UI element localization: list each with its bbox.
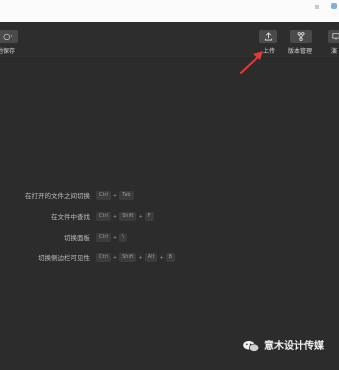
browser-top-bar [0,0,339,23]
shortcut-description: 切换侧边栏可见性 [38,254,90,262]
key-plus: + [159,255,164,261]
present-icon [332,33,339,40]
wechat-icon [243,340,260,352]
key: Shift [119,253,137,262]
version-label: 版本管理 [288,48,313,55]
shortcut-description: 切换面板 [64,234,90,242]
shortcut-row: 切换面板 Ctrl + \ [0,232,339,244]
watermark-text: 意木设计传媒 [264,341,324,352]
app-window: ○· 地保存 上传 版本管理 演 在打开的文件之间切换 Ctrl + Tab 在… [0,0,339,370]
save-button[interactable]: ○· [0,30,18,43]
shortcut-description: 在文件中查找 [51,213,90,221]
present-label: 演 [331,48,338,55]
shortcut-keys: Ctrl + Shift + F [96,211,156,223]
upload-button[interactable] [259,30,277,43]
key: Ctrl [96,191,111,200]
shortcut-row: 在文件中查找 Ctrl + Shift + F [0,211,339,223]
shortcut-row: 在打开的文件之间切换 Ctrl + Tab [0,190,339,202]
key: B [165,253,176,262]
shortcut-keys: Ctrl + Tab [96,190,136,202]
key: Ctrl [96,212,111,221]
save-label: 地保存 [0,48,16,55]
toolbar: ○· 地保存 上传 版本管理 演 [0,22,339,59]
key: Shift [119,212,137,221]
window-control-icon[interactable] [331,3,337,9]
key: F [144,212,154,221]
shortcut-description: 在打开的文件之间切换 [25,192,90,200]
key-plus: + [112,193,118,199]
key: Tab [119,191,134,200]
red-arrow-annotation [240,51,263,74]
branch-icon [297,32,305,41]
key: Ctrl [96,253,111,262]
shortcut-keys: Ctrl + \ [96,232,129,244]
key-plus: + [138,255,143,261]
upload-icon [264,32,272,41]
key: Ctrl [96,233,111,242]
present-button[interactable] [328,30,339,43]
key-plus: + [138,214,143,220]
key: \ [119,233,127,242]
key-plus: + [112,255,118,261]
key: Alt [144,253,158,262]
shortcut-row: 切换侧边栏可见性 Ctrl + Shift + Alt + B [0,252,339,264]
key-plus: + [112,235,118,241]
version-button[interactable] [290,30,312,43]
shortcut-keys: Ctrl + Shift + Alt + B [96,252,177,264]
window-control-icon[interactable] [315,5,319,9]
key-plus: + [112,214,118,220]
